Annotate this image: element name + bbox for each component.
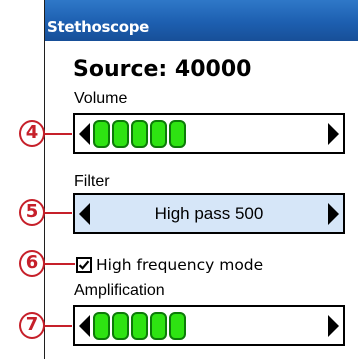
amplification-slider[interactable] bbox=[73, 305, 345, 346]
volume-level-bar bbox=[93, 120, 186, 148]
callout-connector bbox=[45, 263, 75, 265]
level-segment bbox=[150, 312, 167, 340]
volume-label: Volume bbox=[74, 90, 128, 107]
amplification-level-bar bbox=[93, 312, 186, 340]
level-segment bbox=[131, 312, 148, 340]
callout-connector bbox=[45, 212, 72, 214]
level-segment bbox=[169, 312, 186, 340]
source-title: Source: 40000 bbox=[73, 57, 252, 82]
filter-selector[interactable]: High pass 500 bbox=[73, 193, 345, 234]
filter-value: High pass 500 bbox=[154, 204, 264, 223]
level-segment bbox=[112, 312, 129, 340]
high-frequency-checkbox[interactable] bbox=[76, 257, 92, 273]
level-segment bbox=[112, 120, 129, 148]
right-arrow-icon[interactable] bbox=[328, 123, 339, 145]
window-title: Stethoscope bbox=[47, 18, 150, 36]
window-title-bar: Stethoscope bbox=[45, 0, 358, 41]
level-segment bbox=[150, 120, 167, 148]
checkmark-icon bbox=[78, 260, 90, 270]
high-frequency-label: High frequency mode bbox=[96, 256, 264, 274]
level-segment bbox=[169, 120, 186, 148]
callout-connector bbox=[45, 325, 72, 327]
level-segment bbox=[93, 312, 110, 340]
left-arrow-icon[interactable] bbox=[79, 123, 90, 145]
level-segment bbox=[131, 120, 148, 148]
callout-marker: 4 bbox=[19, 120, 45, 147]
high-frequency-row[interactable]: High frequency mode bbox=[76, 255, 263, 275]
callout-connector bbox=[45, 133, 72, 135]
left-arrow-icon[interactable] bbox=[79, 315, 90, 337]
filter-label: Filter bbox=[74, 173, 110, 190]
level-segment bbox=[93, 120, 110, 148]
volume-slider[interactable] bbox=[73, 113, 345, 154]
amplification-label: Amplification bbox=[74, 282, 165, 299]
window-left-border bbox=[44, 0, 45, 359]
callout-marker: 6 bbox=[19, 250, 45, 277]
callout-marker: 5 bbox=[19, 199, 45, 226]
right-arrow-icon[interactable] bbox=[328, 203, 339, 225]
callout-marker: 7 bbox=[19, 312, 45, 339]
right-arrow-icon[interactable] bbox=[328, 315, 339, 337]
